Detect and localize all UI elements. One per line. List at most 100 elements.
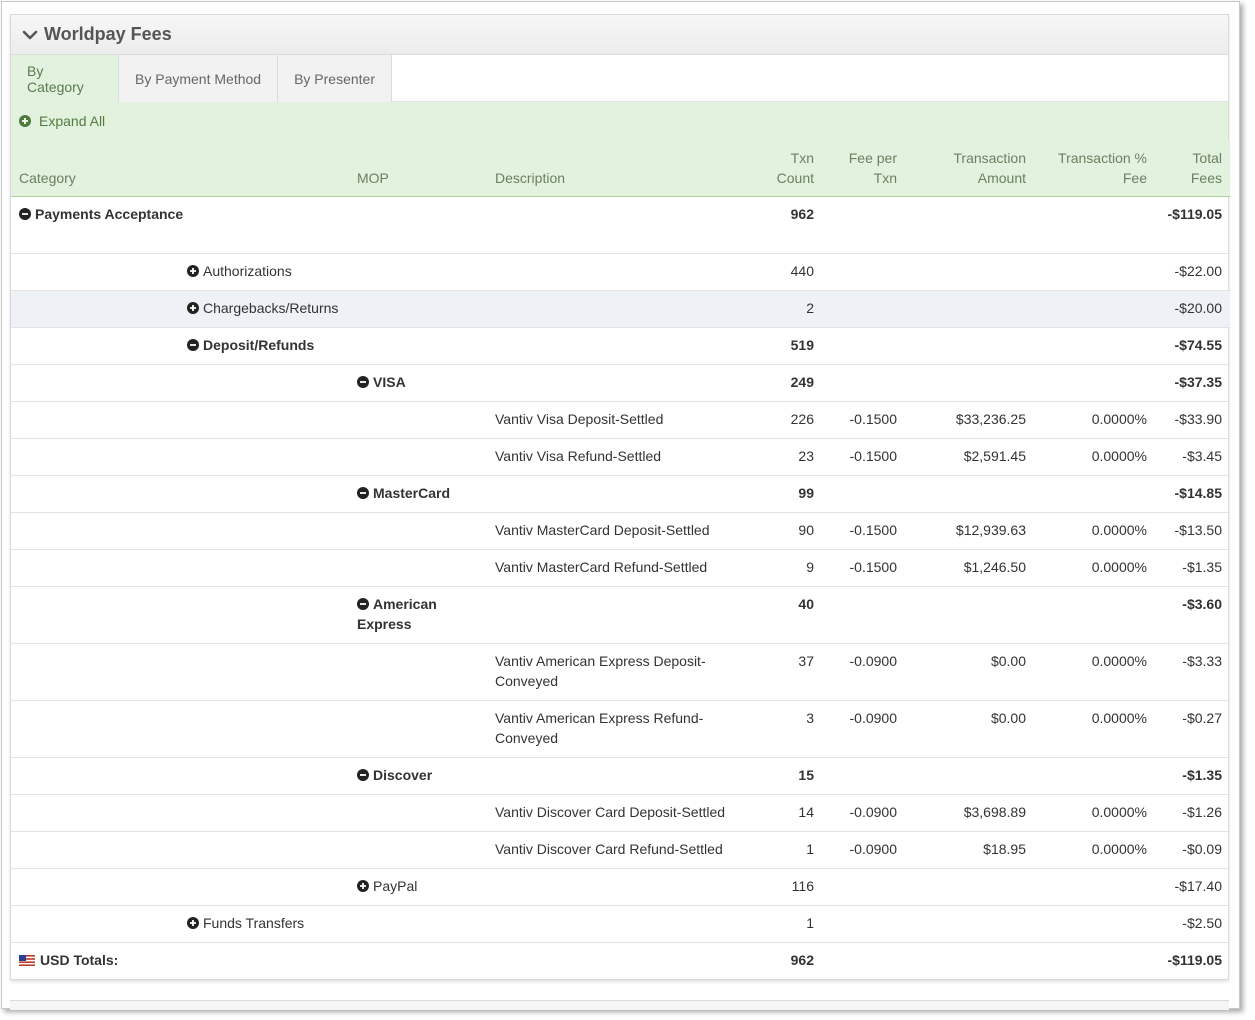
total-fees: -$1.35 — [1182, 558, 1222, 575]
total-fees: -$22.00 — [1174, 262, 1222, 279]
minus-circle-icon[interactable] — [187, 338, 199, 351]
description-cell: Vantiv MasterCard Refund-Settled — [495, 558, 708, 575]
table-row: Vantiv MasterCard Refund-Settled 9 -0.15… — [11, 549, 1230, 586]
transaction-pct-fee: 0.0000% — [1091, 840, 1147, 857]
col-category[interactable]: Category — [11, 140, 349, 196]
total-fees: -$74.55 — [1174, 336, 1222, 353]
table-row: VISA 249 -$37.35 — [11, 364, 1230, 401]
total-fees: -$14.85 — [1174, 484, 1222, 501]
minus-circle-icon[interactable] — [19, 207, 31, 220]
col-mop[interactable]: MOP — [349, 140, 487, 196]
txn-count: 962 — [790, 205, 814, 222]
category-cell[interactable]: Deposit/Refunds — [179, 327, 487, 364]
transaction-pct-fee: 0.0000% — [1091, 558, 1147, 575]
category-cell[interactable]: Payments Acceptance — [11, 196, 349, 253]
tab-by-payment-method[interactable]: By Payment Method — [119, 55, 279, 102]
chevron-down-icon[interactable] — [22, 27, 38, 43]
worldpay-fees-panel: Worldpay Fees By Category By Payment Met… — [10, 14, 1230, 980]
transaction-amount: $18.95 — [983, 840, 1026, 857]
txn-count: 9 — [806, 558, 814, 575]
tab-bar: By Category By Payment Method By Present… — [11, 55, 1228, 110]
category-cell[interactable]: Chargebacks/Returns — [179, 290, 487, 327]
txn-count: 40 — [798, 595, 814, 612]
table-row: MasterCard 99 -$14.85 — [11, 475, 1230, 512]
total-fees: -$3.33 — [1182, 652, 1222, 669]
table-row: PayPal 116 -$17.40 — [11, 868, 1230, 905]
mop-cell[interactable]: American Express — [349, 586, 487, 643]
description-cell: Vantiv American Express Refund-Conveyed — [495, 709, 704, 746]
plus-circle-icon[interactable] — [187, 916, 199, 929]
col-description[interactable]: Description — [487, 140, 740, 196]
total-fees: -$20.00 — [1174, 299, 1222, 316]
tab-by-presenter[interactable]: By Presenter — [278, 55, 392, 102]
total-fees: -$3.60 — [1182, 595, 1222, 612]
txn-count: 23 — [798, 447, 814, 464]
total-fees: -$0.27 — [1182, 709, 1222, 726]
table-row: Vantiv American Express Deposit-Conveyed… — [11, 643, 1230, 700]
minus-circle-icon[interactable] — [357, 768, 369, 781]
col-total-fees[interactable]: Total Fees — [1155, 140, 1230, 196]
mop-cell[interactable]: VISA — [349, 364, 740, 401]
txn-count: 2 — [806, 299, 814, 316]
total-fees: -$37.35 — [1174, 373, 1222, 390]
table-row: Vantiv Discover Card Deposit-Settled 14 … — [11, 794, 1230, 831]
col-transaction-pct-fee[interactable]: Transaction % Fee — [1034, 140, 1155, 196]
description-cell: Vantiv Discover Card Refund-Settled — [495, 840, 723, 857]
txn-count: 90 — [798, 521, 814, 538]
category-cell[interactable]: Authorizations — [179, 253, 487, 290]
transaction-amount: $0.00 — [990, 652, 1026, 669]
table-row: Vantiv Discover Card Refund-Settled 1 -0… — [11, 831, 1230, 868]
minus-circle-icon[interactable] — [357, 597, 369, 610]
panel-title: Worldpay Fees — [44, 24, 172, 44]
fee-per-txn: -0.0900 — [849, 840, 897, 857]
description-cell: Vantiv Visa Refund-Settled — [495, 447, 662, 464]
txn-count: 37 — [798, 652, 814, 669]
col-transaction-amount[interactable]: Transaction Amount — [905, 140, 1034, 196]
table-row: Vantiv MasterCard Deposit-Settled 90 -0.… — [11, 512, 1230, 549]
txn-count: 99 — [798, 484, 814, 501]
minus-circle-icon[interactable] — [357, 486, 369, 499]
fee-per-txn: -0.0900 — [849, 803, 897, 820]
transaction-amount: $1,246.50 — [963, 558, 1026, 575]
panel-header[interactable]: Worldpay Fees — [11, 15, 1228, 55]
total-fees: -$1.35 — [1182, 766, 1222, 783]
table-row: Discover 15 -$1.35 — [11, 757, 1230, 794]
total-fees: -$3.45 — [1182, 447, 1222, 464]
table-row: Chargebacks/Returns 2 -$20.00 — [11, 290, 1230, 327]
txn-count: 1 — [806, 840, 814, 857]
description-cell: Vantiv Discover Card Deposit-Settled — [495, 803, 726, 820]
plus-circle-icon[interactable] — [357, 879, 369, 892]
description-cell: Vantiv Visa Deposit-Settled — [495, 410, 664, 427]
plus-circle-icon[interactable] — [187, 264, 199, 277]
col-fee-per-txn[interactable]: Fee per Txn — [822, 140, 905, 196]
col-txn-count[interactable]: Txn Count — [740, 140, 822, 196]
txn-count: 440 — [790, 262, 814, 279]
transaction-pct-fee: 0.0000% — [1091, 709, 1147, 726]
txn-count: 226 — [790, 410, 814, 427]
table-row: Authorizations 440 -$22.00 — [11, 253, 1230, 290]
mop-cell[interactable]: MasterCard — [349, 475, 740, 512]
table-row: American Express 40 -$3.60 — [11, 586, 1230, 643]
expand-all-link[interactable]: Expand All — [11, 102, 1228, 140]
transaction-pct-fee: 0.0000% — [1091, 410, 1147, 427]
tab-by-category[interactable]: By Category — [11, 55, 119, 110]
fees-table: Category MOP Description Txn Count Fee pe… — [11, 140, 1230, 979]
mop-cell[interactable]: PayPal — [349, 868, 740, 905]
txn-count: 116 — [791, 877, 814, 894]
fee-per-txn: -0.0900 — [849, 652, 897, 669]
transaction-amount: $0.00 — [990, 709, 1026, 726]
minus-circle-icon[interactable] — [357, 375, 369, 388]
transaction-pct-fee: 0.0000% — [1091, 803, 1147, 820]
plus-circle-icon[interactable] — [187, 301, 199, 314]
fee-per-txn: -0.1500 — [849, 447, 897, 464]
totals-label-cell: USD Totals: — [11, 942, 349, 979]
transaction-pct-fee: 0.0000% — [1091, 521, 1147, 538]
mop-cell[interactable]: Discover — [349, 757, 740, 794]
transaction-pct-fee: 0.0000% — [1091, 652, 1147, 669]
txn-count: 14 — [798, 803, 814, 820]
total-fees: -$13.50 — [1174, 521, 1222, 538]
fee-per-txn: -0.1500 — [849, 410, 897, 427]
category-cell[interactable]: Funds Transfers — [179, 905, 487, 942]
transaction-amount: $3,698.89 — [963, 803, 1026, 820]
table-row: Payments Acceptance 962 -$119.05 — [11, 196, 1230, 253]
